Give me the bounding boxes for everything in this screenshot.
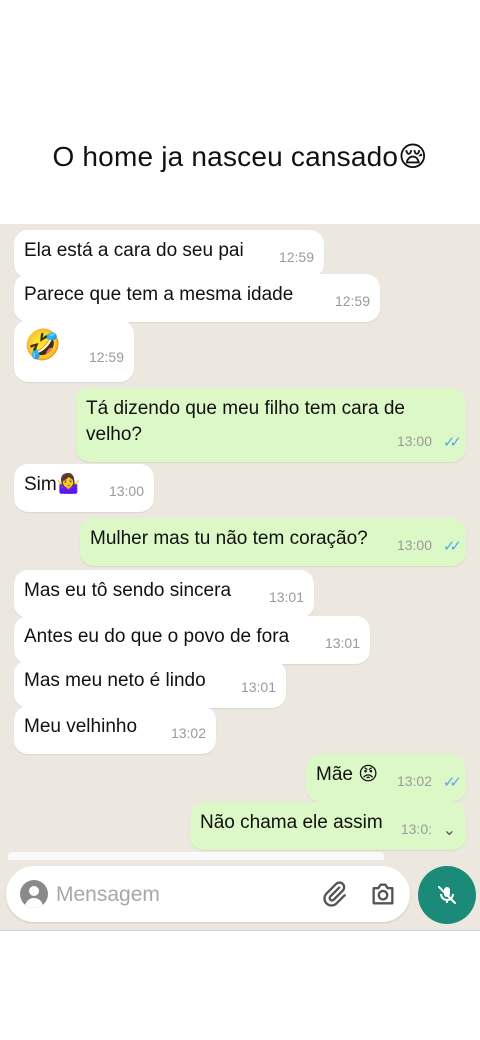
message-bubble-outgoing[interactable]: Mulher mas tu não tem coração? 13:00 ✓✓ — [80, 518, 466, 566]
message-text: Antes eu do que o povo de fora — [24, 626, 290, 647]
message-input[interactable] — [54, 880, 298, 910]
message-time: 13:01 — [240, 679, 276, 695]
mic-muted-icon — [438, 886, 456, 904]
message-time: 13:01 — [324, 635, 360, 651]
message-time: 13:02 — [396, 773, 432, 789]
message-bubble-incoming[interactable]: Meu velhinho 13:02 — [14, 706, 216, 754]
message-time: 13:02 — [170, 725, 206, 741]
message-bubble-incoming[interactable]: Mas eu tô sendo sincera 13:01 — [14, 570, 314, 618]
message-bubble-outgoing[interactable]: Mãe 😡 13:02 ✓✓ — [306, 754, 466, 802]
message-bubble-incoming[interactable]: Sim🤷‍♀️ 13:00 — [14, 464, 154, 512]
message-bubble-outgoing[interactable]: Não chama ele assim 13:0: ⌄ — [190, 802, 466, 850]
video-caption: O home ja nasceu cansado😪 — [52, 141, 428, 172]
message-text: Tá dizendo que meu filho tem cara de vel… — [86, 398, 405, 445]
message-composer[interactable] — [6, 866, 410, 922]
paperclip-icon[interactable] — [320, 880, 348, 908]
bottom-divider — [0, 930, 480, 931]
message-text: Parece que tem a mesma idade — [24, 284, 294, 305]
partial-bubble-edge — [8, 852, 384, 860]
laughing-emoji-icon: 🤣 — [24, 329, 62, 363]
message-bubble-incoming[interactable]: Ela está a cara do seu pai 12:59 — [14, 230, 324, 278]
message-time: 13:01 — [268, 589, 304, 605]
double-chevron-down-icon[interactable]: ⌄ — [443, 818, 456, 844]
message-bubble-outgoing[interactable]: Tá dizendo que meu filho tem cara de vel… — [76, 388, 466, 462]
message-text: Mas eu tô sendo sincera — [24, 580, 232, 601]
message-time: 12:59 — [334, 293, 370, 309]
message-time: 12:59 — [88, 349, 124, 365]
message-text: Mulher mas tu não tem coração? — [90, 528, 368, 549]
mic-button[interactable] — [418, 866, 476, 924]
double-check-icon: ✓✓ — [442, 538, 462, 555]
message-time: 13:00 — [396, 433, 432, 449]
message-time: 13:00 — [108, 483, 144, 499]
message-text: Ela está a cara do seu pai — [24, 240, 244, 261]
camera-icon[interactable] — [368, 880, 398, 908]
user-avatar-icon[interactable] — [20, 880, 48, 908]
message-text: Meu velhinho — [24, 716, 138, 737]
message-bubble-incoming[interactable]: Parece que tem a mesma idade 12:59 — [14, 274, 380, 322]
message-bubble-incoming[interactable]: Antes eu do que o povo de fora 13:01 — [14, 616, 370, 664]
double-check-icon: ✓✓ — [442, 774, 462, 791]
message-text: Mas meu neto é lindo — [24, 670, 206, 691]
message-bubble-incoming[interactable]: Mas meu neto é lindo 13:01 — [14, 660, 286, 708]
message-text: Sim🤷‍♀️ — [24, 474, 81, 495]
message-text: Mãe 😡 — [316, 764, 379, 785]
message-time: 13:00 — [396, 537, 432, 553]
message-text: Não chama ele assim — [200, 812, 383, 833]
message-time: 13:0: — [400, 821, 432, 837]
message-bubble-incoming[interactable]: 🤣 12:59 — [14, 320, 134, 382]
message-time: 12:59 — [278, 249, 314, 265]
double-check-icon: ✓✓ — [442, 434, 462, 451]
chat-area: Ela está a cara do seu pai 12:59 Parece … — [0, 224, 480, 930]
